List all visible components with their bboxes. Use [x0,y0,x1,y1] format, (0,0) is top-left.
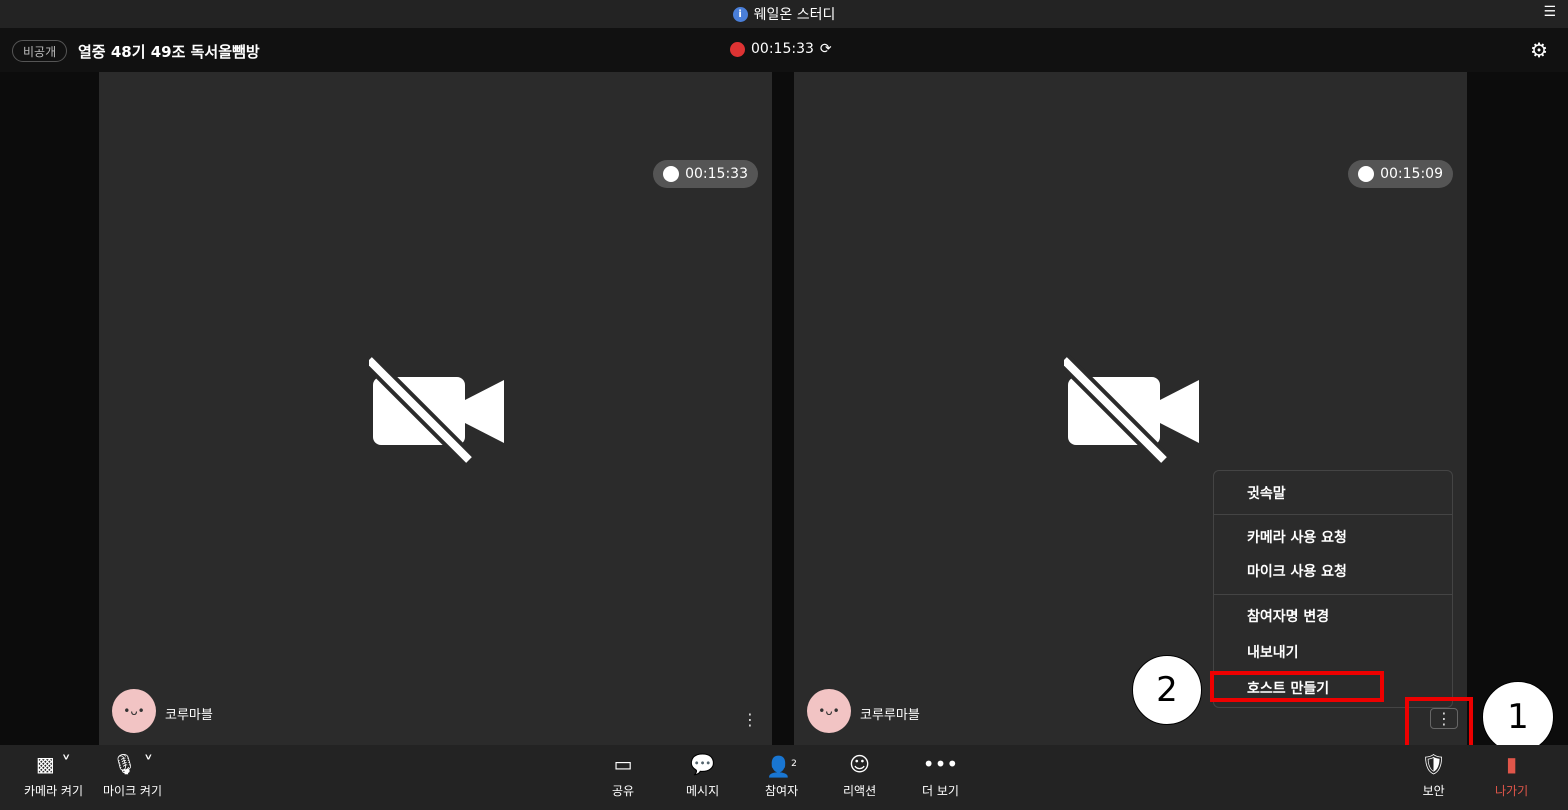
message-label: 메시지 [686,784,720,798]
divider [1214,594,1452,595]
camera-off-icon [1064,355,1199,465]
person-icon: 👤2 [766,754,797,779]
camera-off-icon [369,355,504,465]
video-tile: 00:15:33 •ᴗ• 코루마블 ⋮ [99,72,772,745]
avatar: •ᴗ• [807,689,851,733]
divider [1214,514,1452,515]
tile-timer: 00:15:33 [653,160,758,188]
more-button[interactable]: ••• 더 보기 [922,752,959,799]
tile-timer: 00:15:09 [1348,160,1453,188]
tile-timer-text: 00:15:33 [685,166,748,182]
tile-timer-text: 00:15:09 [1380,166,1443,182]
smile-icon: ☺ [849,752,870,776]
pause-record-icon[interactable] [730,41,745,57]
camera-label: 카메라 켜기 [24,784,84,798]
highlight-box-make-host [1210,671,1384,702]
participant-name: 코루루마블 [860,708,920,723]
window-title: 웨일온 스터디 [753,7,836,23]
sort-icon[interactable]: ☰ [1543,4,1556,20]
participants-button[interactable]: 👤2 참여자 [765,752,798,799]
menu-item-rename[interactable]: 참여자명 변경 [1247,606,1329,626]
clock-icon [663,166,680,182]
menu-item-whisper[interactable]: 귓속말 [1247,483,1286,503]
security-button[interactable]: 🛡 보안 [1421,752,1446,799]
mic-label: 마이크 켜기 [103,784,163,798]
visibility-badge: 비공개 [12,40,68,62]
message-button[interactable]: 💬 메시지 [686,752,719,799]
camera-off-icon: ▩ ˅ [35,752,72,776]
clock-icon [1358,166,1375,182]
avatar: •ᴗ• [112,689,156,733]
chat-icon: 💬 [690,752,716,776]
reaction-button[interactable]: ☺ 리액션 [843,752,876,799]
annotation-1: 1 [1482,681,1554,753]
participant-name: 코루마블 [165,708,213,723]
share-label: 공유 [612,784,635,798]
mic-toggle-button[interactable]: 🎙 ˅ 마이크 켜기 [103,752,162,799]
shield-icon: 🛡 [1421,752,1447,776]
window-title-bar: i 웨일온 스터디 ☰ [0,0,1568,28]
participants-label: 참여자 [765,784,799,798]
room-title: 열중 48기 49조 독서올뺌방 [78,43,260,61]
share-screen-icon: ▭ [613,752,633,776]
menu-item-kick[interactable]: 내보내기 [1247,642,1299,662]
more-horizontal-icon: ••• [922,752,959,776]
annotation-2: 2 [1132,655,1202,725]
reaction-label: 리액션 [843,784,877,798]
menu-item-request-camera[interactable]: 카메라 사용 요청 [1247,527,1347,547]
participants-count: 2 [791,759,797,769]
exit-door-icon: ▮ [1506,752,1518,776]
more-label: 더 보기 [922,784,959,798]
settings-sliders-icon[interactable]: ⚙ [1530,38,1548,62]
menu-item-request-mic[interactable]: 마이크 사용 요청 [1247,561,1347,581]
recording-timer: 00:15:33 ⟳ [730,41,832,57]
elapsed-time: 00:15:33 [751,41,814,57]
mic-off-icon: 🎙 ˅ [111,752,154,776]
leave-label: 나가기 [1495,784,1529,798]
refresh-icon[interactable]: ⟳ [820,41,832,57]
leave-button[interactable]: ▮ 나가기 [1495,752,1528,799]
camera-toggle-button[interactable]: ▩ ˅ 카메라 켜기 [24,752,83,799]
share-button[interactable]: ▭ 공유 [612,752,634,799]
info-icon: i [732,6,748,22]
security-label: 보안 [1422,784,1445,798]
more-vertical-icon[interactable]: ⋮ [742,710,758,729]
